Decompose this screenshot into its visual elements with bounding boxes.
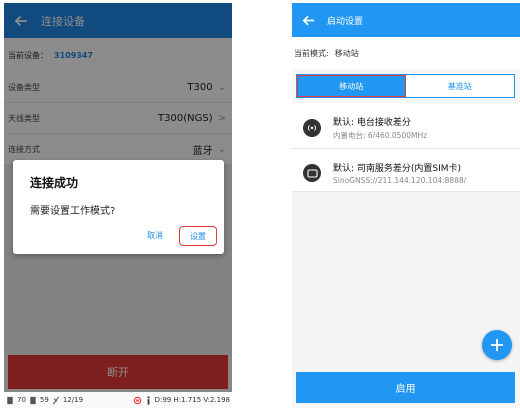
radio-icon	[303, 119, 321, 137]
back-arrow-icon[interactable]	[301, 13, 316, 28]
status-value-c: 12/19	[62, 396, 84, 404]
signal-icon	[30, 396, 36, 404]
current-mode-value: 移动站	[334, 48, 359, 58]
mode-tabs: 移动站 基准站	[296, 74, 515, 98]
status-bar: 70 59 12/19 D:99 H:1.715 V:2.198	[4, 392, 232, 408]
satellite-icon	[52, 396, 59, 404]
sim-card-icon	[303, 164, 321, 182]
start-settings-screen: 启动设置 当前模式: 移动站 移动站 基准站 默认: 电台接收差分 内置电台: …	[292, 3, 520, 408]
info-icon	[147, 395, 150, 405]
dialog-title: 连接成功	[30, 176, 79, 190]
tab-rover[interactable]: 移动站	[297, 75, 406, 97]
plus-icon	[491, 339, 503, 351]
status-precision-text: D:99 H:1.715 V:2.198	[154, 396, 230, 404]
list-item-sim-diff[interactable]: 默认: 司南服务差分(内置SIM卡) SinoGNSS://211.144.12…	[292, 149, 520, 192]
item-subtitle: 内置电台: 6/460.0500MHz	[333, 131, 428, 140]
status-value-a: 70	[17, 396, 26, 404]
target-icon	[133, 396, 141, 404]
item-title: 默认: 司南服务差分(内置SIM卡)	[333, 164, 462, 174]
current-mode-row: 当前模式: 移动站	[292, 37, 520, 69]
add-button[interactable]	[482, 330, 512, 360]
cancel-button[interactable]: 取消	[147, 230, 163, 241]
status-value-b: 59	[39, 396, 49, 404]
current-mode-label: 当前模式:	[294, 48, 329, 58]
battery-icon	[7, 396, 13, 404]
page-title: 启动设置	[327, 16, 364, 27]
start-button[interactable]: 启用	[296, 372, 515, 403]
item-subtitle: SinoGNSS://211.144.120.104:8888/	[333, 176, 467, 185]
connect-device-screen: 连接设备 当前设备： 3109347 设备类型 T300 ⌄ 天线类型 T300(…	[4, 3, 232, 408]
dialog-message: 需要设置工作模式?	[30, 206, 116, 217]
connect-success-dialog: 连接成功 需要设置工作模式? 取消 设置	[13, 160, 224, 254]
set-button[interactable]: 设置	[179, 226, 217, 246]
app-bar: 启动设置	[292, 3, 520, 37]
tab-base[interactable]: 基准站	[406, 75, 515, 97]
list-item-radio-diff[interactable]: 默认: 电台接收差分 内置电台: 6/460.0500MHz	[292, 103, 520, 149]
item-title: 默认: 电台接收差分	[333, 118, 411, 128]
screenshot-stage: 连接设备 当前设备： 3109347 设备类型 T300 ⌄ 天线类型 T300(…	[0, 0, 520, 409]
